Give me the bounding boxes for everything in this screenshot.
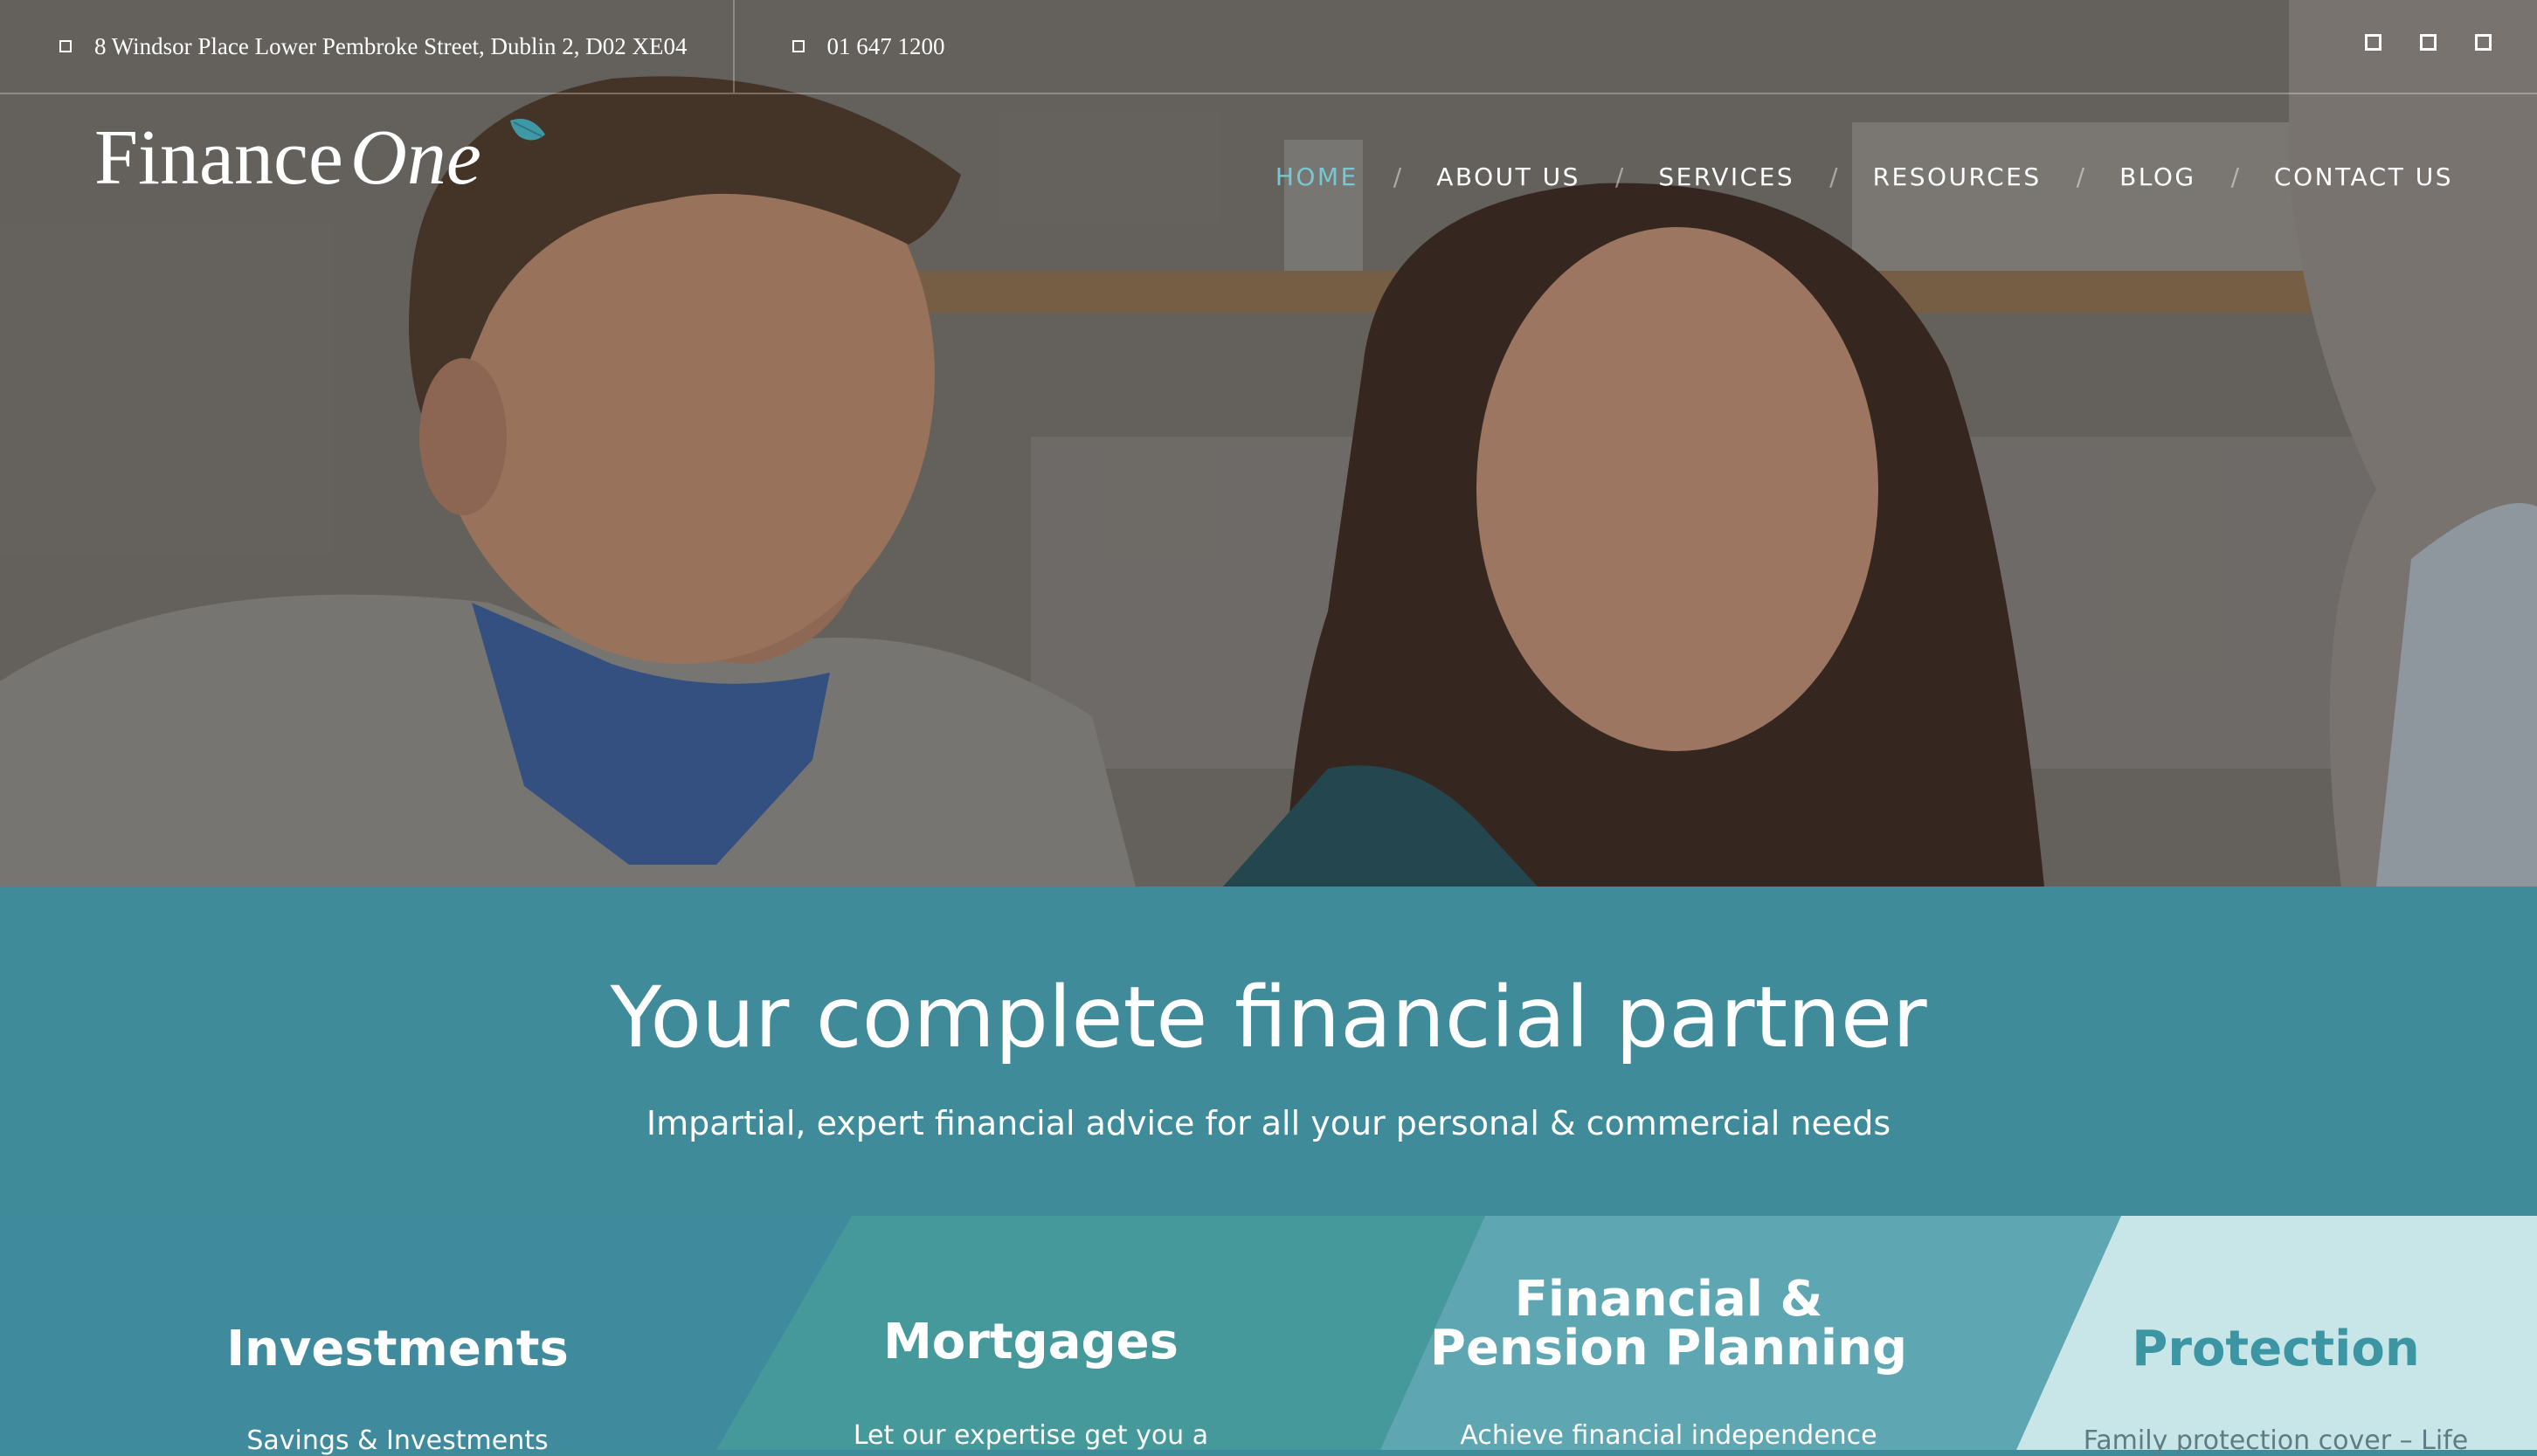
nav-separator: /: [1829, 162, 1838, 191]
top-bar: 8 Windsor Place Lower Pembroke Street, D…: [0, 0, 2537, 94]
logo-word-one: One: [349, 114, 481, 201]
contact-address: 8 Windsor Place Lower Pembroke Street, D…: [0, 0, 735, 93]
phone-text[interactable]: 01 647 1200: [827, 33, 945, 60]
main-nav: HOME / ABOUT US / SERVICES / RESOURCES /…: [1275, 162, 2453, 191]
nav-about-us[interactable]: ABOUT US: [1436, 162, 1580, 191]
service-financial-title-line1: Financial &: [1514, 1271, 1823, 1328]
location-icon: [59, 40, 72, 52]
service-mortgages-text: Let our expertise get you a: [853, 1420, 1209, 1451]
service-protection-title[interactable]: Protection: [2079, 1319, 2472, 1380]
social-icon-2[interactable]: [2420, 34, 2437, 51]
nav-resources[interactable]: RESOURCES: [1873, 162, 2042, 191]
service-mortgages-title[interactable]: Mortgages: [821, 1312, 1241, 1373]
nav-blog[interactable]: BLOG: [2119, 162, 2196, 191]
leaf-icon: [510, 119, 545, 141]
service-investments-text: Savings & Investments: [246, 1425, 549, 1456]
site-logo[interactable]: FinanceOne: [94, 119, 545, 215]
service-protection-text: Family protection cover – Life: [2083, 1425, 2469, 1456]
social-icon-1[interactable]: [2365, 34, 2381, 51]
logo-word-finance: Finance: [94, 114, 343, 201]
service-financial-text: Achieve financial independence: [1460, 1420, 1877, 1451]
address-text: 8 Windsor Place Lower Pembroke Street, D…: [94, 32, 688, 59]
page-subheadline: Impartial, expert financial advice for a…: [646, 1104, 1891, 1142]
nav-separator: /: [2076, 162, 2085, 191]
nav-separator: /: [2230, 162, 2240, 191]
social-links: [2365, 34, 2492, 51]
nav-separator: /: [1614, 162, 1624, 191]
phone-icon: [792, 40, 805, 52]
service-investments-title[interactable]: Investments: [175, 1319, 620, 1380]
nav-separator: /: [1393, 162, 1402, 191]
nav-home[interactable]: HOME: [1275, 162, 1358, 191]
service-financial-title-line2: Pension Planning: [1429, 1320, 1908, 1377]
logo-wordmark: FinanceOne: [94, 119, 481, 197]
social-icon-3[interactable]: [2475, 34, 2492, 51]
nav-services[interactable]: SERVICES: [1658, 162, 1794, 191]
nav-contact-us[interactable]: CONTACT US: [2274, 162, 2453, 191]
contact-phone[interactable]: 01 647 1200: [735, 0, 945, 93]
service-financial-title[interactable]: Financial & Pension Planning: [1415, 1275, 1922, 1373]
page-headline: Your complete financial partner: [610, 969, 1927, 1066]
